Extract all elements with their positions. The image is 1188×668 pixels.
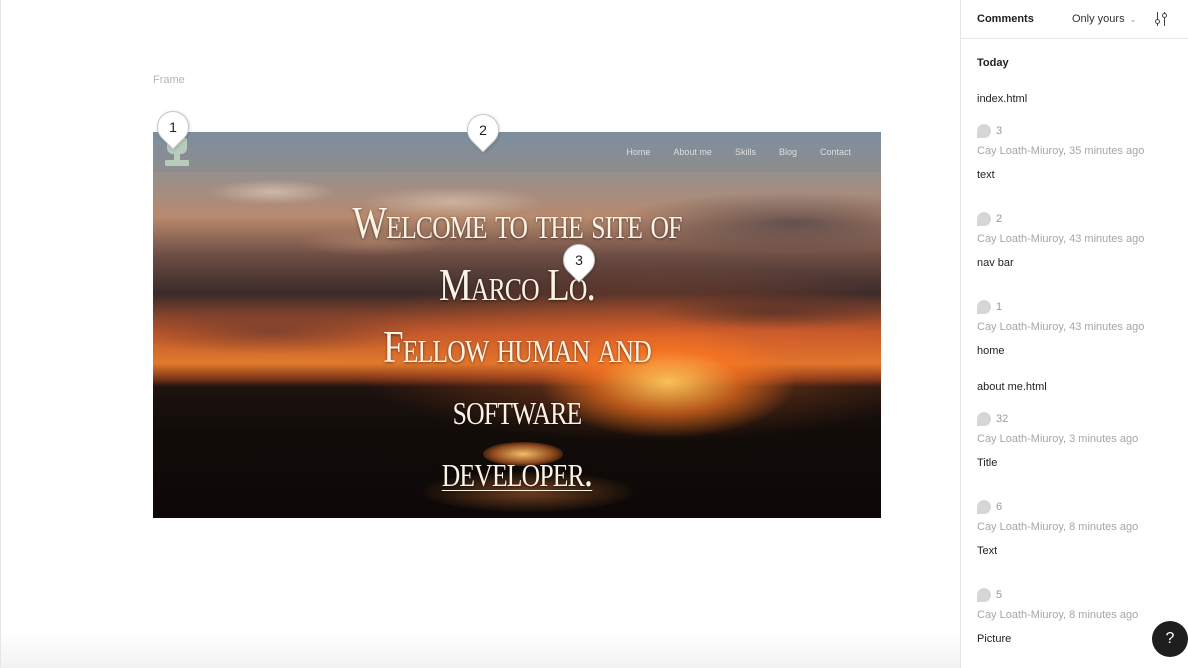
comment-number: 5 xyxy=(996,589,1003,601)
site-nav-skills: Skills xyxy=(734,147,756,157)
comment-message: Text xyxy=(977,545,998,557)
comment-message: text xyxy=(977,169,995,181)
frame[interactable]: Home About me Skills Blog Contact Welcom… xyxy=(153,132,881,518)
frame-label[interactable]: Frame xyxy=(153,74,185,86)
group-today: Today xyxy=(977,57,1009,69)
comment-number: 32 xyxy=(996,413,1009,425)
site-nav-bar: Home About me Skills Blog Contact xyxy=(153,132,881,172)
comment-meta: Cay Loath-Miuroy, 43 minutes ago xyxy=(977,233,1145,245)
file-about-me-html[interactable]: about me.html xyxy=(977,381,1047,393)
comments-header: Comments Only yours ⌄ xyxy=(961,0,1188,39)
comment-thread[interactable]: 1 Cay Loath-Miuroy, 43 minutes ago home xyxy=(977,300,1177,370)
comment-thread[interactable]: 3 Cay Loath-Miuroy, 35 minutes ago text xyxy=(977,124,1177,194)
hero-line-3: developer. xyxy=(441,445,593,496)
hero-line-1: Welcome to the site of Marco Lo. xyxy=(352,197,682,310)
comment-bubble-icon xyxy=(977,588,991,602)
comment-number: 2 xyxy=(996,213,1003,225)
comment-message: home xyxy=(977,345,1005,357)
canvas-bottom-fade xyxy=(1,632,960,668)
comment-meta: Cay Loath-Miuroy, 8 minutes ago xyxy=(977,609,1139,621)
comments-filter-label: Only yours xyxy=(1072,13,1125,25)
site-nav-home: Home xyxy=(626,147,651,157)
comment-thread[interactable]: 5 Cay Loath-Miuroy, 8 minutes ago Pictur… xyxy=(977,588,1177,658)
comment-thread[interactable]: 2 Cay Loath-Miuroy, 43 minutes ago nav b… xyxy=(977,212,1177,282)
file-index-html[interactable]: index.html xyxy=(977,93,1027,105)
site-nav-contact: Contact xyxy=(819,147,851,157)
comment-thread[interactable]: 32 Cay Loath-Miuroy, 3 minutes ago Title xyxy=(977,412,1177,482)
comment-message: Picture xyxy=(977,633,1012,645)
comment-number: 3 xyxy=(996,125,1003,137)
comments-title: Comments xyxy=(977,13,1034,25)
comment-meta: Cay Loath-Miuroy, 8 minutes ago xyxy=(977,521,1139,533)
design-canvas[interactable]: Frame Home About me Skills Blog Contact … xyxy=(0,0,960,668)
app-window: Frame Home About me Skills Blog Contact … xyxy=(0,0,1188,668)
site-nav-links: Home About me Skills Blog Contact xyxy=(603,147,851,157)
comment-number: 1 xyxy=(996,301,1003,313)
comment-bubble-icon xyxy=(977,124,991,138)
filter-sliders-icon[interactable] xyxy=(1154,11,1168,27)
comment-bubble-icon xyxy=(977,500,991,514)
hero-heading: Welcome to the site of Marco Lo. Fellow … xyxy=(317,192,717,502)
comments-panel: Comments Only yours ⌄ Today index.html 3… xyxy=(960,0,1188,668)
chevron-down-icon: ⌄ xyxy=(1129,14,1137,24)
comment-message: nav bar xyxy=(977,257,1014,269)
comment-bubble-icon xyxy=(977,300,991,314)
comment-pin-number: 2 xyxy=(479,122,487,138)
comment-meta: Cay Loath-Miuroy, 3 minutes ago xyxy=(977,433,1139,445)
site-nav-blog: Blog xyxy=(778,147,797,157)
comment-thread[interactable]: 6 Cay Loath-Miuroy, 8 minutes ago Text xyxy=(977,500,1177,570)
comment-meta: Cay Loath-Miuroy, 43 minutes ago xyxy=(977,321,1145,333)
comment-message: Title xyxy=(977,457,998,469)
comment-number: 6 xyxy=(996,501,1003,513)
comment-bubble-icon xyxy=(977,212,991,226)
comment-meta: Cay Loath-Miuroy, 35 minutes ago xyxy=(977,145,1145,157)
help-button[interactable]: ? xyxy=(1152,621,1188,657)
site-nav-about: About me xyxy=(673,147,712,157)
comment-pin-number: 1 xyxy=(169,119,177,135)
comments-filter-dropdown[interactable]: Only yours ⌄ xyxy=(1072,13,1136,25)
hero-line-2: Fellow human and software xyxy=(383,321,652,434)
comment-pin-number: 3 xyxy=(575,252,583,268)
comment-bubble-icon xyxy=(977,412,991,426)
